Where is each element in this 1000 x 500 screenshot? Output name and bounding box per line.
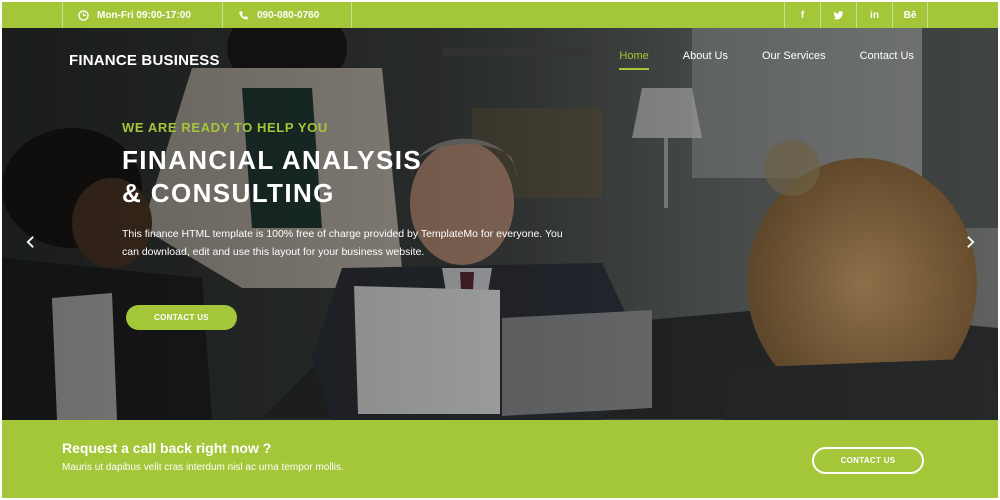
page-frame: Mon-Fri 09:00-17:00 090-080-0760 f in Bē xyxy=(2,2,998,498)
top-bar: Mon-Fri 09:00-17:00 090-080-0760 f in Bē xyxy=(2,2,998,28)
main-nav: Home About Us Our Services Contact Us xyxy=(619,50,914,70)
hero-eyebrow: WE ARE READY TO HELP YOU xyxy=(122,120,328,135)
office-hours-text: Mon-Fri 09:00-17:00 xyxy=(97,9,191,21)
social-links: f in Bē xyxy=(784,2,928,28)
hero-headline: FINANCIAL ANALYSIS & CONSULTING xyxy=(122,144,542,210)
office-hours: Mon-Fri 09:00-17:00 xyxy=(62,2,222,28)
hero-description: This finance HTML template is 100% free … xyxy=(122,228,563,258)
hero-headline-line1: FINANCIAL ANALYSIS xyxy=(122,145,423,175)
phone-icon xyxy=(239,10,248,20)
phone-text: 090-080-0760 xyxy=(257,9,320,21)
hero-headline-line2: & CONSULTING xyxy=(122,178,335,208)
nav-contact-us[interactable]: Contact Us xyxy=(860,50,914,70)
linkedin-icon[interactable]: in xyxy=(856,2,892,28)
chevron-right-icon[interactable] xyxy=(962,232,978,252)
twitter-bird-icon xyxy=(833,10,844,20)
phone-number[interactable]: 090-080-0760 xyxy=(222,2,352,28)
callback-section: Request a call back right now ? Mauris u… xyxy=(2,420,998,498)
callback-title: Request a call back right now ? xyxy=(62,440,272,456)
callback-contact-button[interactable]: CONTACT US xyxy=(812,447,924,474)
chevron-left-icon[interactable] xyxy=(22,232,38,252)
hero-contact-button[interactable]: CONTACT US xyxy=(126,305,237,330)
facebook-icon[interactable]: f xyxy=(784,2,820,28)
hero-dark-overlay xyxy=(2,28,998,420)
behance-icon[interactable]: Bē xyxy=(892,2,928,28)
nav-about-us[interactable]: About Us xyxy=(683,50,728,70)
nav-home[interactable]: Home xyxy=(619,50,649,70)
twitter-icon[interactable] xyxy=(820,2,856,28)
hero-banner: FINANCE BUSINESS Home About Us Our Servi… xyxy=(2,28,998,420)
callback-text: Mauris ut dapibus velit cras interdum ni… xyxy=(62,462,344,473)
clock-icon xyxy=(78,9,89,21)
nav-our-services[interactable]: Our Services xyxy=(762,50,826,70)
site-logo[interactable]: FINANCE BUSINESS xyxy=(69,52,220,69)
